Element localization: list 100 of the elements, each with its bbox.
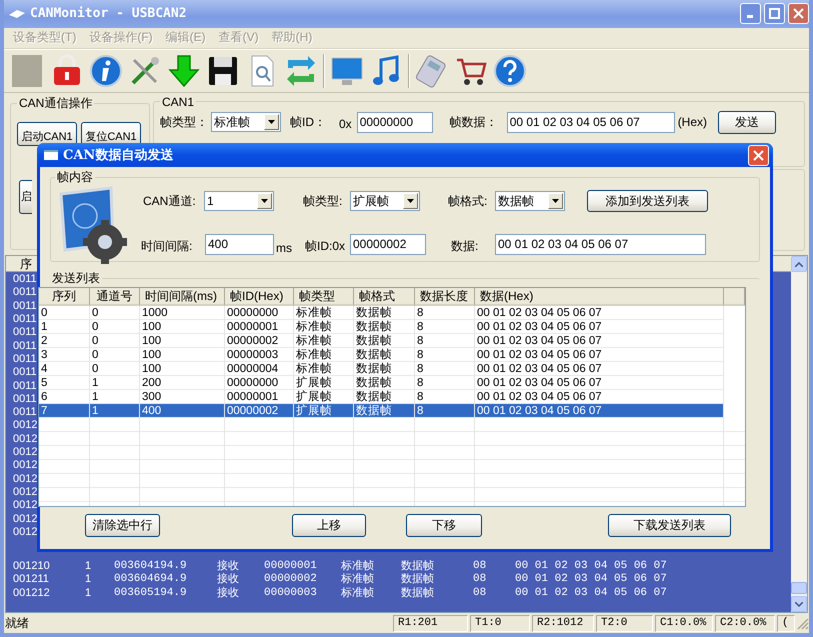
frame-id-field[interactable]: 00000002: [350, 234, 426, 255]
column-header[interactable]: 数据(Hex): [475, 288, 724, 306]
start-button[interactable]: 启动CAN1: [17, 122, 77, 146]
table-cell: 1: [85, 560, 92, 574]
table-cell: 扩展帧: [294, 376, 354, 390]
field-label: 数据:: [450, 238, 480, 255]
table-cell: 400: [140, 404, 225, 418]
column-header[interactable]: 序列: [39, 288, 90, 306]
table-cell: 0: [90, 348, 140, 362]
status-pane: C1:0.0%: [655, 614, 713, 632]
table-row[interactable]: 1 0 100 00000001 标准帧 数据帧 8 00 01 02 03 04 05 06 07: [39, 320, 745, 334]
frame-type-dropdown[interactable]: 扩展帧: [350, 191, 420, 211]
action-button[interactable]: 下移: [406, 514, 482, 537]
action-button[interactable]: 清除选中行: [85, 514, 160, 537]
close-button[interactable]: [788, 3, 809, 24]
table-cell: 数据帧: [401, 573, 434, 587]
table-cell: 0011: [13, 340, 37, 353]
table-cell: 数据帧: [354, 334, 415, 348]
table-cell: 100: [140, 334, 225, 348]
column-header[interactable]: 数据长度: [415, 288, 475, 306]
table-cell: 0012: [13, 472, 38, 486]
frame-id-field[interactable]: 00000000: [356, 112, 433, 133]
frame-data-field[interactable]: 00 01 02 03 04 05 06 07: [506, 112, 675, 133]
table-cell: 00000002: [225, 334, 294, 348]
maximize-button[interactable]: [764, 3, 785, 24]
frame-format-dropdown[interactable]: 数据帧: [495, 191, 565, 211]
table-cell: 8: [415, 320, 475, 334]
minimize-button[interactable]: [740, 3, 761, 24]
table-cell: 00000003: [264, 586, 317, 600]
unit-label: ms: [275, 241, 293, 255]
field-label: 帧ID:0x: [305, 238, 346, 255]
table-row[interactable]: 0 0 1000 00000000 标准帧 数据帧 8 00 01 02 03 04 05 06 07: [39, 306, 745, 320]
group-title: CAN通信操作: [18, 94, 94, 112]
table-cell: 0: [90, 306, 140, 320]
status-pane: T1:0: [470, 614, 530, 632]
table-cell: 0011: [13, 286, 37, 300]
dialog-title: CAN数据自动发送: [63, 147, 174, 164]
table-row[interactable]: 7 1 400 00000002 扩展帧 数据帧 8 00 01 02 03 04 05 06 07: [39, 404, 745, 418]
frame-type-dropdown[interactable]: 标准帧: [211, 112, 281, 132]
group-title: 发送列表: [51, 270, 101, 287]
interval-field[interactable]: 400: [205, 234, 274, 255]
scroll-thumb[interactable]: [791, 582, 807, 594]
table-row[interactable]: 5 1 200 00000000 扩展帧 数据帧 8 00 01 02 03 04 05 06 07: [39, 376, 745, 390]
table-cell: 00000000: [225, 306, 294, 320]
data-field[interactable]: 00 01 02 03 04 05 06 07: [495, 234, 706, 255]
table-cell: 00 01 02 03 04 05 06 07: [475, 334, 724, 348]
table-cell: 08: [473, 586, 486, 600]
start-button[interactable]: 启: [19, 180, 32, 214]
field-label: CAN通道:: [142, 192, 197, 210]
column-header[interactable]: 通道号: [90, 288, 140, 306]
table-cell: 08: [473, 573, 486, 587]
info-icon[interactable]: [89, 54, 123, 88]
table-cell: 标准帧: [294, 348, 354, 362]
help-icon[interactable]: [493, 54, 527, 88]
table-cell: 1: [85, 573, 92, 587]
table-cell: 8: [415, 404, 475, 418]
resize-grip-icon[interactable]: [795, 616, 809, 630]
reset-button[interactable]: 复位CAN1: [81, 122, 141, 146]
field-label: 帧格式:: [447, 192, 488, 210]
dropdown-arrow-icon: [552, 199, 559, 203]
table-cell: 0012: [13, 526, 38, 540]
table-row[interactable]: 2 0 100 00000002 标准帧 数据帧 8 00 01 02 03 04 05 06 07: [39, 334, 745, 348]
table-cell: 00 01 02 03 04 05 06 07: [515, 560, 667, 574]
column-header[interactable]: 帧类型: [294, 288, 354, 306]
action-button[interactable]: 上移: [292, 514, 366, 537]
close-icon: [793, 8, 804, 20]
table-cell: 数据帧: [354, 348, 415, 362]
channel-dropdown[interactable]: 1: [204, 191, 274, 211]
action-button[interactable]: 下载发送列表: [608, 514, 731, 537]
table-cell: 标准帧: [341, 573, 374, 587]
table-cell: 00000000: [225, 376, 294, 390]
table-cell: 00000002: [225, 404, 294, 418]
scroll-down-icon[interactable]: [795, 602, 803, 607]
table-cell: 1: [85, 586, 92, 600]
table-cell: 00000001: [264, 560, 317, 574]
column-header[interactable]: 帧格式: [354, 288, 415, 306]
table-cell: 数据帧: [354, 376, 415, 390]
close-button[interactable]: [748, 144, 769, 166]
table-cell: 00 01 02 03 04 05 06 07: [515, 586, 667, 600]
column-header[interactable]: 时间间隔(ms): [140, 288, 225, 306]
table-cell: 0011: [13, 392, 37, 406]
down-arrow-icon[interactable]: [167, 54, 201, 88]
status-pane: (: [777, 614, 795, 632]
send-button[interactable]: 发送: [718, 110, 776, 134]
scroll-up-icon[interactable]: [795, 262, 803, 267]
field-label: 帧数据：: [450, 114, 498, 131]
table-cell-text: 接收: [217, 560, 239, 572]
table-cell: 数据帧: [354, 320, 415, 334]
table-cell: 003604194.9: [114, 560, 187, 574]
status-pane: R2:1012: [532, 614, 594, 632]
table-cell: 0011: [13, 326, 37, 340]
dropdown-arrow-icon: [261, 199, 268, 203]
add-to-list-button[interactable]: 添加到发送列表: [587, 190, 708, 212]
column-header[interactable]: 帧ID(Hex): [225, 288, 294, 306]
table-row[interactable]: 3 0 100 00000003 标准帧 数据帧 8 00 01 02 03 04 05 06 07: [39, 348, 745, 362]
table-cell: 00 01 02 03 04 05 06 07: [475, 320, 724, 334]
table-cell: 00 01 02 03 04 05 06 07: [515, 573, 667, 587]
table-row[interactable]: 4 0 100 00000004 标准帧 数据帧 8 00 01 02 03 04 05 06 07: [39, 362, 745, 376]
table-cell: 0012: [13, 486, 38, 500]
scrollbar[interactable]: [791, 256, 807, 612]
